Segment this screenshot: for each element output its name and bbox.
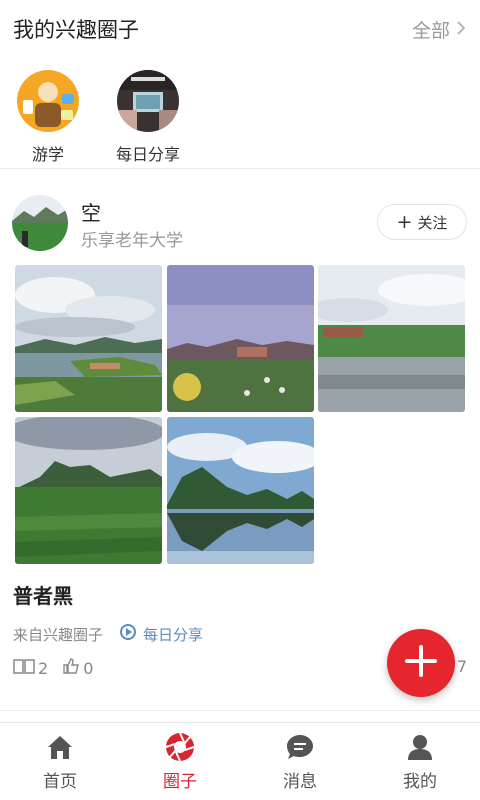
read-count-group: 2 bbox=[13, 657, 48, 679]
tab-profile[interactable]: 我的 bbox=[360, 723, 480, 800]
view-all-label: 全部 bbox=[411, 20, 450, 42]
home-icon bbox=[45, 732, 75, 762]
user-avatar[interactable] bbox=[12, 195, 68, 251]
circle-link[interactable]: 每日分享 bbox=[119, 623, 203, 645]
page-title: 我的兴趣圈子 bbox=[13, 18, 139, 42]
tab-label: 消息 bbox=[283, 772, 317, 792]
create-post-button[interactable] bbox=[387, 629, 455, 697]
read-count: 2 bbox=[38, 658, 49, 678]
user-icon bbox=[405, 732, 435, 762]
tab-label: 我的 bbox=[403, 772, 437, 792]
circle-name: 游学 bbox=[31, 145, 64, 164]
circle-avatar bbox=[117, 70, 179, 132]
view-all-link[interactable]: 全部 bbox=[412, 16, 466, 43]
aperture-icon bbox=[165, 732, 195, 762]
post-photo[interactable] bbox=[15, 417, 162, 564]
post-organization: 乐享老年大学 bbox=[81, 231, 183, 251]
post-photo[interactable] bbox=[167, 265, 314, 412]
post-photo[interactable] bbox=[318, 265, 465, 412]
chat-bubble-icon bbox=[285, 732, 315, 762]
plus-icon bbox=[405, 645, 437, 681]
plus-icon: + bbox=[396, 210, 413, 233]
like-group[interactable]: 0 bbox=[62, 657, 93, 679]
book-icon bbox=[13, 657, 35, 679]
circle-avatar bbox=[17, 70, 79, 132]
post-stats: 2 0 bbox=[13, 657, 103, 679]
post-photo[interactable] bbox=[167, 417, 314, 564]
circle-name: 每日分享 bbox=[115, 145, 180, 164]
tab-label: 首页 bbox=[43, 772, 77, 792]
circle-link-label: 每日分享 bbox=[143, 625, 204, 644]
divider bbox=[0, 710, 480, 711]
post-title[interactable]: 普者黑 bbox=[13, 580, 73, 609]
follow-button[interactable]: + 关注 bbox=[377, 204, 467, 240]
follow-label: 关注 bbox=[417, 213, 448, 232]
circle-item-daily-share[interactable]: 每日分享 bbox=[107, 70, 189, 165]
tab-home[interactable]: 首页 bbox=[0, 723, 120, 800]
my-circles-list: 游学 每日分享 bbox=[0, 62, 480, 172]
thumbs-up-icon bbox=[62, 657, 80, 679]
post-username[interactable]: 空 bbox=[81, 197, 101, 226]
circles-header: 我的兴趣圈子 全部 bbox=[0, 0, 480, 58]
chevron-right-icon bbox=[456, 19, 466, 41]
post-header: 空 乐享老年大学 + 关注 bbox=[0, 190, 480, 256]
circle-item-youxue[interactable]: 游学 bbox=[8, 70, 88, 165]
tab-circles[interactable]: 圈子 bbox=[120, 723, 240, 800]
source-prefix: 来自兴趣圈子 bbox=[13, 625, 104, 644]
divider bbox=[0, 168, 480, 169]
bottom-tab-bar: 首页 圈子 消息 我的 bbox=[0, 722, 480, 800]
post-photo[interactable] bbox=[15, 265, 162, 412]
like-count: 0 bbox=[83, 658, 94, 678]
tab-messages[interactable]: 消息 bbox=[240, 723, 360, 800]
circle-badge-icon bbox=[119, 623, 137, 645]
tab-label: 圈子 bbox=[163, 772, 197, 792]
post-source: 来自兴趣圈子 每日分享 bbox=[13, 623, 203, 645]
